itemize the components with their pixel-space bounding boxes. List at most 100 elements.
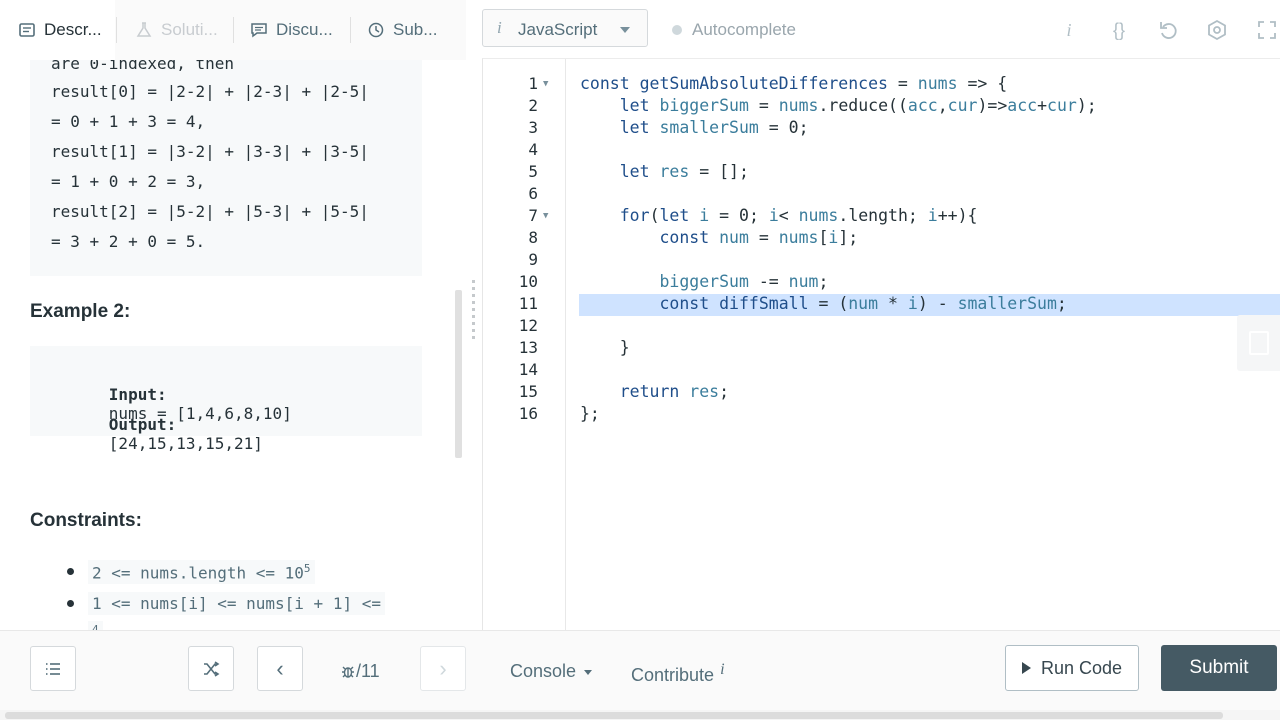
example1-line: are 0-indexed, then xyxy=(51,60,235,73)
line-number: 2 xyxy=(528,96,538,115)
fold-arrow-icon[interactable]: ▼ xyxy=(543,79,548,89)
contribute-info-icon: i xyxy=(720,661,725,678)
code-line[interactable]: } xyxy=(580,338,630,357)
console-toggle[interactable]: Console xyxy=(510,661,593,682)
autocomplete-toggle[interactable] xyxy=(672,25,682,35)
language-info-icon: i xyxy=(497,18,502,37)
description-panel: are 0-indexed, then result[0] = |2-2| + … xyxy=(0,60,466,630)
line-number: 12 xyxy=(518,316,538,335)
code-line[interactable]: const num = nums[i]; xyxy=(580,228,858,247)
tab-submissions[interactable]: Sub... xyxy=(351,0,465,60)
tab-description-label: Descr... xyxy=(44,20,102,39)
line-number: 13 xyxy=(518,338,538,357)
fullscreen-icon[interactable] xyxy=(1256,19,1278,41)
info-icon[interactable]: i xyxy=(1058,19,1080,41)
example1-line: = 3 + 2 + 0 = 5. xyxy=(51,232,206,251)
line-number: 5 xyxy=(528,162,538,181)
line-number: 11 xyxy=(518,294,538,313)
settings-icon[interactable] xyxy=(1206,19,1228,41)
shuffle-icon xyxy=(204,660,220,677)
constraint-1-exponent: 5 xyxy=(303,562,311,575)
contribute-label: Contribute xyxy=(631,665,715,685)
description-icon xyxy=(19,23,35,37)
reset-icon[interactable] xyxy=(1157,19,1179,41)
problem-pager: /11 xyxy=(340,661,380,682)
flask-icon xyxy=(136,22,152,37)
run-code-button[interactable]: Run Code xyxy=(1005,645,1139,691)
line-number: 15 xyxy=(518,382,538,401)
language-label: JavaScript xyxy=(518,20,598,39)
line-number: 16 xyxy=(518,404,538,423)
description-scrollbar[interactable] xyxy=(455,290,462,458)
autocomplete-label[interactable]: Autocomplete xyxy=(692,20,796,40)
example1-line: = 1 + 0 + 2 = 3, xyxy=(51,172,206,191)
constraint-2: 1 <= nums[i] <= nums[i + 1] <= xyxy=(88,592,385,615)
code-line[interactable]: return res; xyxy=(580,382,729,401)
example1-line: = 0 + 1 + 3 = 4, xyxy=(51,112,206,131)
submit-button[interactable]: Submit xyxy=(1161,645,1277,691)
tab-solution[interactable]: Soluti... xyxy=(117,0,233,60)
list-icon xyxy=(46,662,60,675)
resize-handle[interactable] xyxy=(472,280,475,342)
previous-problem-button[interactable]: ‹ xyxy=(257,646,303,691)
random-problem-button[interactable] xyxy=(188,646,234,691)
line-number: 10 xyxy=(518,272,538,291)
code-line[interactable]: }; xyxy=(580,404,600,423)
example2-block: Input: nums = [1,4,6,8,10] Output: [24,1… xyxy=(30,346,422,453)
tab-solution-label: Soluti... xyxy=(161,20,218,39)
fold-arrow-icon[interactable]: ▼ xyxy=(543,211,548,221)
problem-list-button[interactable] xyxy=(30,646,76,691)
braces-icon[interactable]: {} xyxy=(1108,19,1130,41)
line-number: 3 xyxy=(528,118,538,137)
example1-block: are 0-indexed, then result[0] = |2-2| + … xyxy=(30,60,422,276)
line-number: 4 xyxy=(528,140,538,159)
constraint-1: 2 <= nums.length <= 105 xyxy=(88,560,315,585)
bullet xyxy=(67,568,74,575)
play-icon xyxy=(1021,662,1031,674)
line-number-gutter: 1 ▼ 2 3 4 5 6 7 ▼ 8 9 10 11 12 13 14 15 16 xyxy=(483,59,566,631)
console-label: Console xyxy=(510,661,577,681)
description-tabs: Descr... Soluti... Discu... Sub... xyxy=(0,0,466,60)
notes-panel-toggle[interactable] xyxy=(1237,315,1280,371)
example2-heading: Example 2: xyxy=(30,301,131,322)
line-number: 14 xyxy=(518,360,538,379)
constraints-heading: Constraints: xyxy=(30,510,142,531)
tab-description[interactable]: Descr... xyxy=(0,0,115,60)
line-number: 6 xyxy=(528,184,538,203)
example1-line: result[1] = |3-2| + |3-3| + |3-5| xyxy=(51,142,369,161)
language-select[interactable]: i JavaScript xyxy=(482,9,648,47)
code-editor[interactable]: 1 ▼ 2 3 4 5 6 7 ▼ 8 9 10 11 12 13 14 15 16 const getSumAb… xyxy=(482,58,1280,631)
horizontal-scrollbar[interactable] xyxy=(0,710,1280,720)
scrollbar-thumb[interactable] xyxy=(5,712,1223,719)
run-code-label: Run Code xyxy=(1040,657,1123,678)
example2-output-label: Output: xyxy=(108,415,177,434)
tab-discuss[interactable]: Discu... xyxy=(234,0,350,60)
code-line[interactable]: let res = []; xyxy=(580,162,749,181)
line-number: 8 xyxy=(528,228,538,247)
example1-line: result[2] = |5-2| + |5-3| + |5-5| xyxy=(51,202,369,221)
next-problem-button[interactable]: › xyxy=(420,646,466,691)
note-icon xyxy=(1249,331,1269,355)
code-line[interactable]: const getSumAbsoluteDifferences = nums =… xyxy=(580,74,1007,93)
line-number: 7 xyxy=(528,206,538,225)
chevron-down-icon xyxy=(620,27,630,33)
line-number: 9 xyxy=(528,250,538,269)
comment-icon xyxy=(251,23,267,38)
tab-submissions-label: Sub... xyxy=(393,20,438,39)
line-number: 1 xyxy=(528,74,538,93)
bug-icon xyxy=(342,666,354,678)
code-line[interactable]: let biggerSum = nums.reduce((acc,cur)=>a… xyxy=(580,96,1097,115)
example2-output-value: [24,15,13,15,21] xyxy=(108,434,263,453)
constraint-2-continued: 4 xyxy=(88,621,103,630)
bullet xyxy=(67,600,74,607)
contribute-button[interactable]: Contribute i xyxy=(631,661,725,686)
code-line[interactable]: for(let i = 0; i< nums.length; i++){ xyxy=(580,206,978,225)
constraint-1-text: 2 <= nums.length <= 10 xyxy=(92,563,304,583)
code-line[interactable]: let smallerSum = 0; xyxy=(580,118,809,137)
tab-discuss-label: Discu... xyxy=(276,20,333,39)
chevron-down-icon xyxy=(584,669,593,675)
code-line[interactable]: const diffSmall = (num * i) - smallerSum… xyxy=(580,294,1066,313)
pager-text: /11 xyxy=(356,661,380,681)
clock-icon xyxy=(368,22,384,38)
code-line[interactable]: biggerSum -= num; xyxy=(580,272,828,291)
